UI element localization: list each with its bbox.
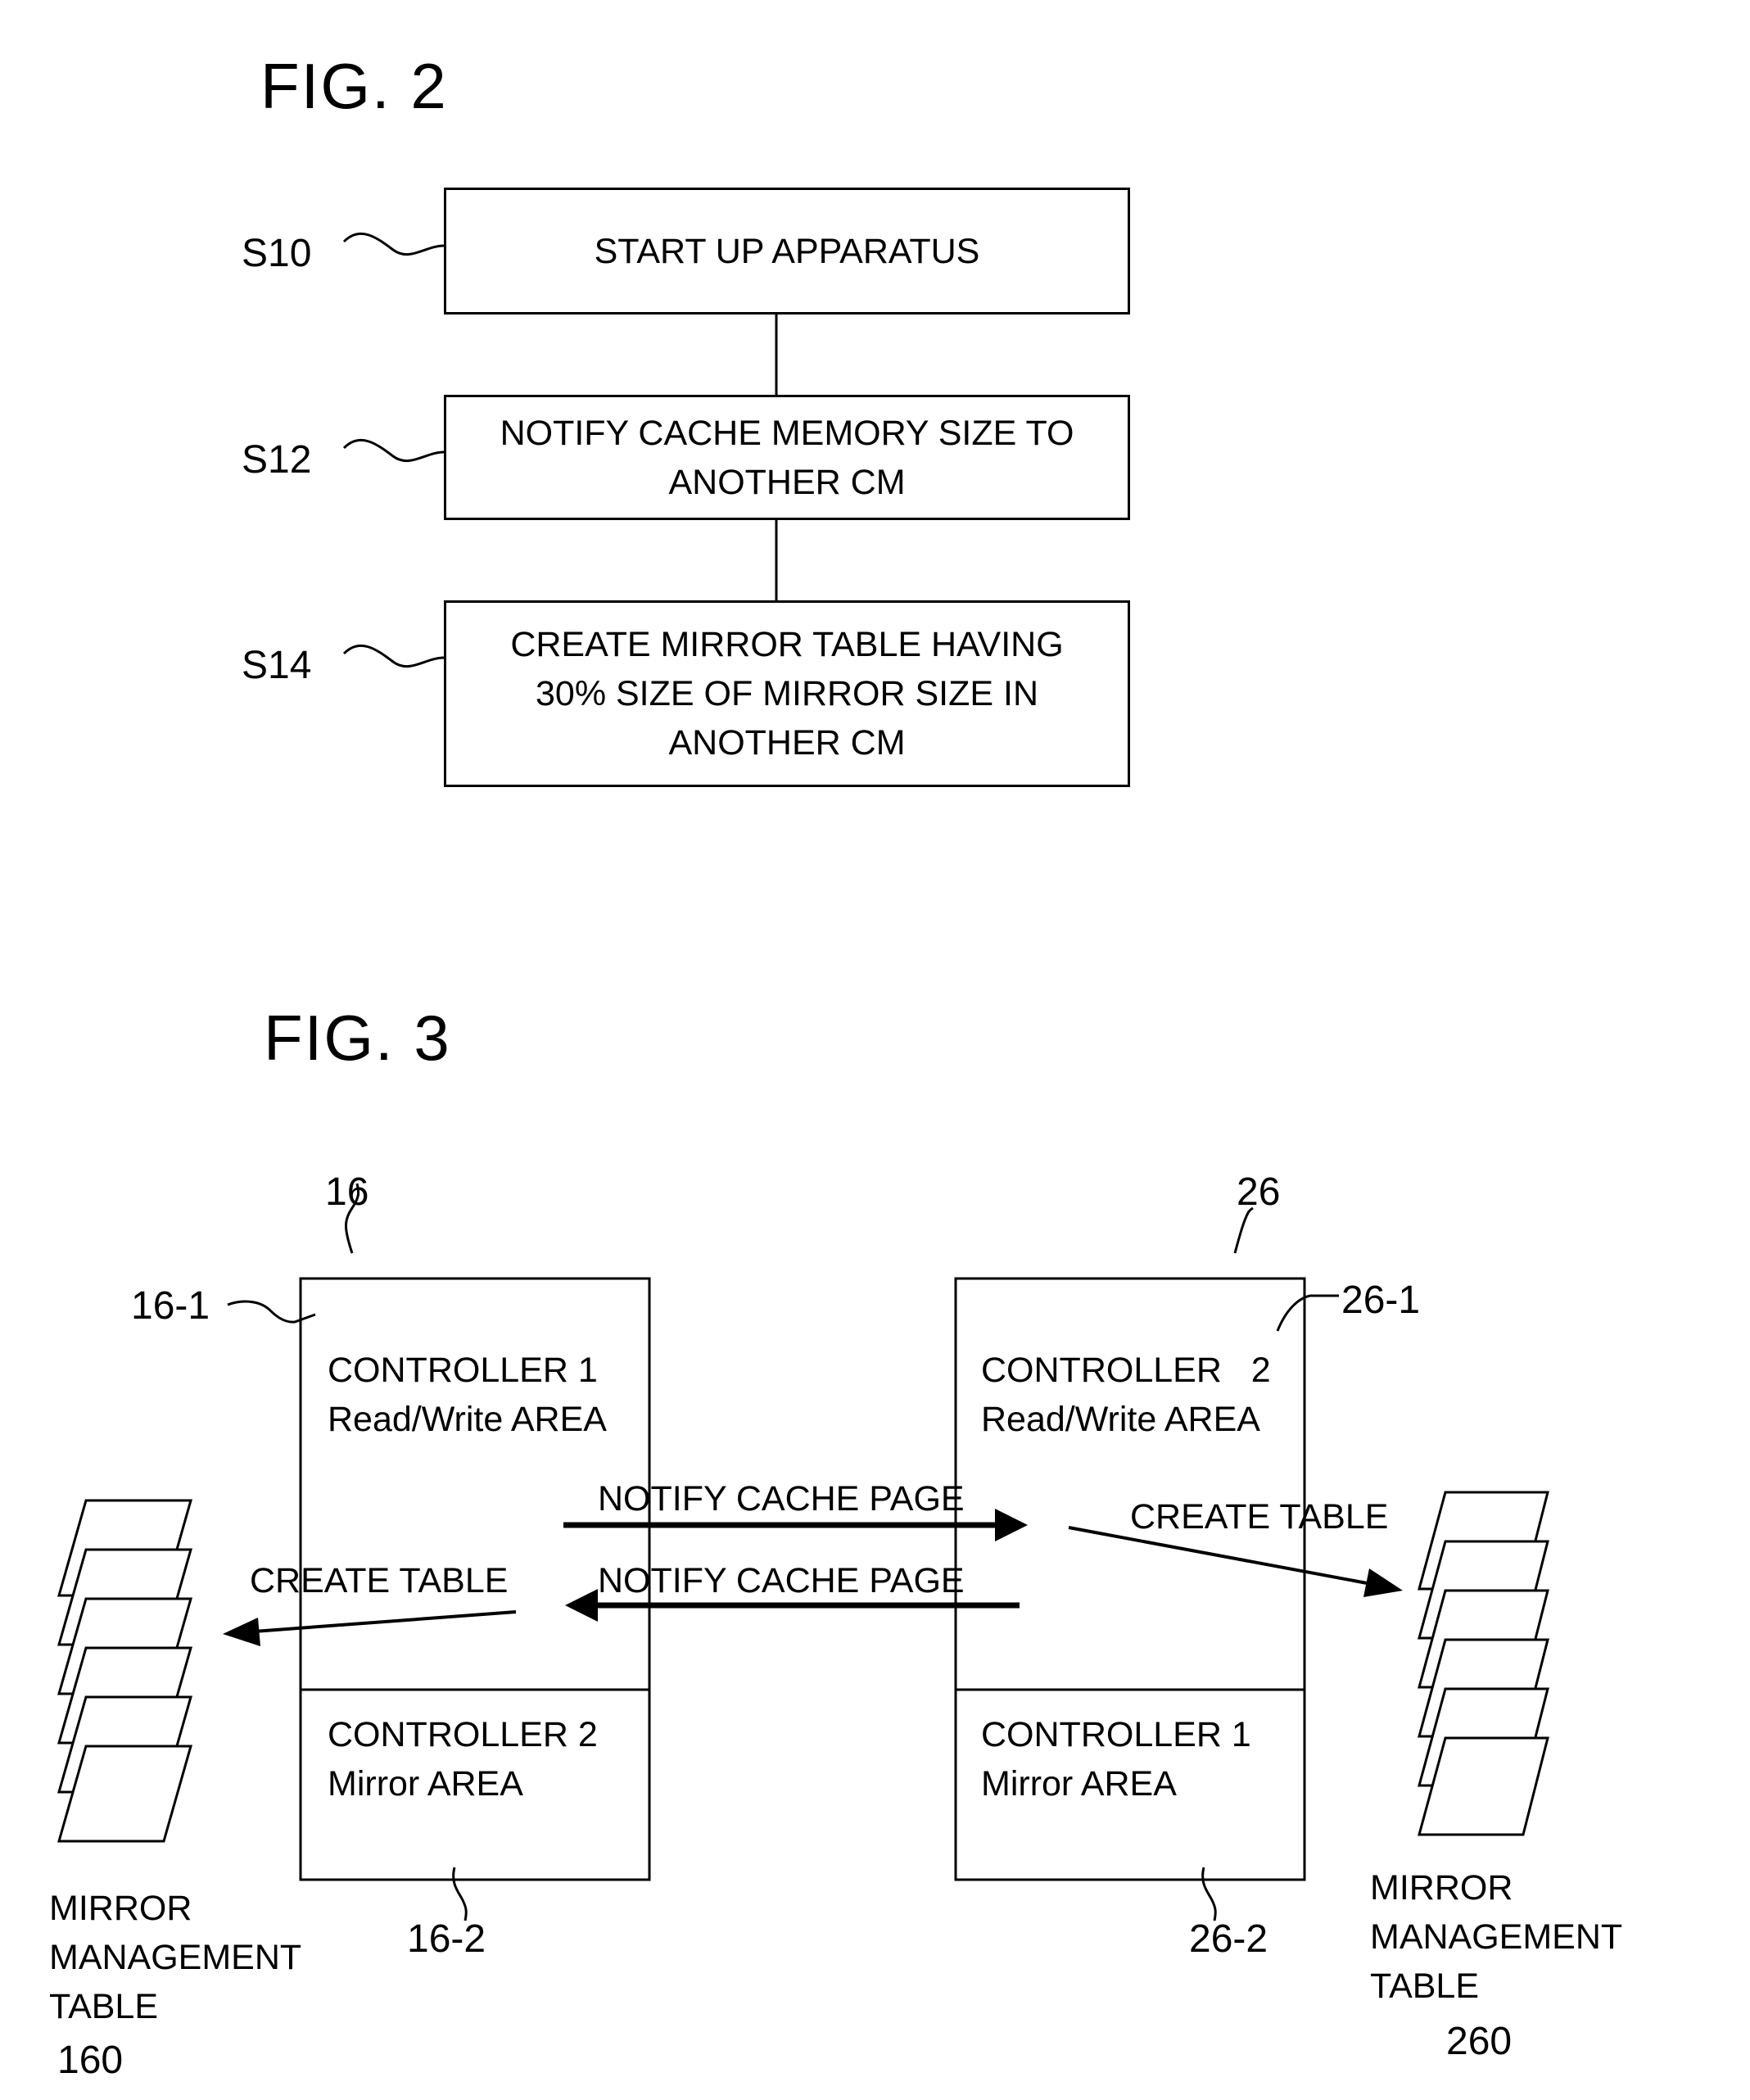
step-id-s14: S14: [242, 644, 312, 687]
create-table-right-arrowhead: [1363, 1568, 1403, 1597]
mirror-management-table-260-icon: [1418, 1491, 1549, 1836]
step-text-s14: CREATE MIRROR TABLE HAVING 30% SIZE OF M…: [510, 625, 1064, 763]
create-table-left-label: CREATE TABLE: [250, 1561, 509, 1600]
create-table-left-arrowhead: [223, 1618, 260, 1646]
left-bottom-line1: CONTROLLER 2: [328, 1715, 598, 1754]
left-table-label-3: TABLE: [49, 1987, 159, 2026]
ref-16: 16: [325, 1170, 369, 1214]
fig3-title: FIG. 3: [264, 1002, 451, 1074]
right-bottom-line1: CONTROLLER 1: [981, 1715, 1251, 1754]
ref-16-1: 16-1: [131, 1284, 210, 1328]
mirror-management-table-160-icon: [57, 1499, 192, 1843]
step-id-s10: S10: [242, 232, 312, 275]
right-bottom-line2: Mirror AREA: [981, 1764, 1177, 1804]
step-id-s12: S12: [242, 438, 312, 482]
right-top-line1: CONTROLLER 2: [981, 1351, 1271, 1390]
step-text-s10: START UP APPARATUS: [594, 231, 980, 271]
left-bottom-line2: Mirror AREA: [328, 1764, 523, 1804]
create-table-right-label: CREATE TABLE: [1130, 1497, 1389, 1537]
left-table-label-2: MANAGEMENT: [49, 1938, 302, 1977]
leader-s12: [342, 438, 445, 462]
step-box-s10: START UP APPARATUS: [444, 188, 1130, 315]
right-table-label-1: MIRROR: [1370, 1868, 1513, 1908]
ref-16-2: 16-2: [407, 1917, 486, 1961]
step-box-s14: CREATE MIRROR TABLE HAVING 30% SIZE OF M…: [444, 600, 1130, 787]
left-top-line1: CONTROLLER 1: [328, 1351, 598, 1390]
leader-s14: [342, 644, 445, 668]
leader-26: [1233, 1206, 1254, 1254]
step-box-s12: NOTIFY CACHE MEMORY SIZE TO ANOTHER CM: [444, 395, 1130, 520]
ref-260: 260: [1446, 2020, 1513, 2063]
left-table-label-1: MIRROR: [49, 1889, 192, 1928]
ref-26-2: 26-2: [1189, 1917, 1268, 1961]
ref-160: 160: [57, 2039, 124, 2082]
diagram-lines: [57, 232, 1549, 1921]
ref-26-1: 26-1: [1341, 1279, 1421, 1322]
ref-26: 26: [1237, 1170, 1281, 1214]
notify-cache-page-right-label: NOTIFY CACHE PAGE: [598, 1479, 965, 1518]
fig2-title: FIG. 2: [260, 50, 448, 122]
leader-s10: [342, 232, 445, 256]
notify-cache-page-left-label: NOTIFY CACHE PAGE: [598, 1561, 965, 1600]
right-table-label-3: TABLE: [1370, 1966, 1480, 2006]
right-top-line2: Read/Write AREA: [981, 1400, 1260, 1439]
right-table-label-2: MANAGEMENT: [1370, 1917, 1623, 1957]
left-top-line2: Read/Write AREA: [328, 1400, 607, 1439]
step-text-s12: NOTIFY CACHE MEMORY SIZE TO ANOTHER CM: [500, 413, 1074, 502]
